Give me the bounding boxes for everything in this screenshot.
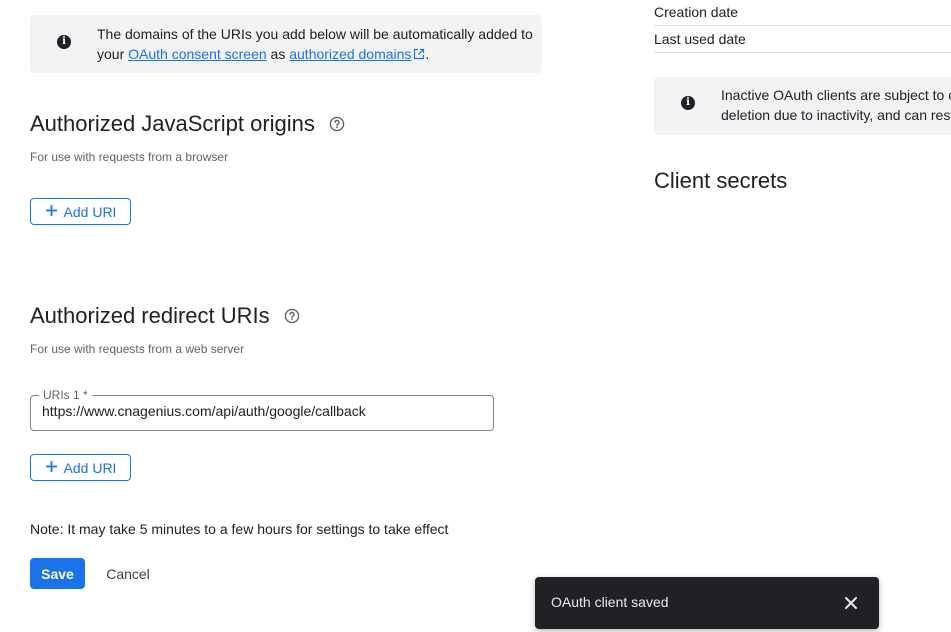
add-js-origin-button[interactable]: Add URI (30, 198, 131, 225)
redirect-uri-field-label: URIs 1 * (39, 388, 92, 402)
domains-info-text: The domains of the URIs you add below wi… (97, 24, 537, 65)
add-uri-label: Add URI (63, 459, 117, 476)
last-used-date-label: Last used date (654, 31, 746, 47)
cancel-button[interactable]: Cancel (97, 558, 159, 589)
banner-text-part: . (425, 46, 430, 62)
add-redirect-uri-button[interactable]: Add URI (30, 454, 131, 481)
snackbar-message: OAuth client saved (551, 594, 669, 610)
js-origins-title: Authorized JavaScript origins (30, 111, 345, 138)
info-icon: i (57, 35, 71, 49)
plus-icon (45, 457, 58, 477)
last-used-date-row: Last used date (654, 27, 951, 53)
help-circle-icon[interactable] (284, 304, 300, 330)
js-origins-title-text: Authorized JavaScript origins (30, 111, 315, 136)
close-icon[interactable] (843, 595, 859, 611)
save-button[interactable]: Save (30, 558, 85, 589)
inactive-clients-line: deletion due to inactivity, and can rest (721, 107, 951, 123)
external-link-icon[interactable] (413, 45, 425, 65)
banner-text-part: as (266, 46, 290, 62)
redirect-uris-subtitle: For use with requests from a web server (30, 342, 245, 356)
info-icon: i (681, 96, 695, 110)
inactive-clients-text: Inactive OAuth clients are subject to c … (721, 85, 951, 125)
creation-date-label: Creation date (654, 4, 739, 20)
redirect-uri-input[interactable] (42, 403, 482, 419)
domains-info-banner: i The domains of the URIs you add below … (30, 15, 542, 73)
inactive-clients-line: Inactive OAuth clients are subject to c (721, 87, 951, 103)
inactive-clients-banner: i Inactive OAuth clients are subject to … (654, 77, 951, 135)
oauth-consent-screen-link[interactable]: OAuth consent screen (128, 46, 267, 62)
js-origins-subtitle: For use with requests from a browser (30, 150, 229, 164)
redirect-uri-field[interactable]: URIs 1 * (30, 388, 494, 431)
client-secrets-title: Client secrets (654, 168, 788, 193)
add-uri-label: Add URI (63, 203, 117, 220)
snackbar: OAuth client saved (535, 577, 879, 629)
help-circle-icon[interactable] (329, 112, 345, 138)
redirect-uris-title-text: Authorized redirect URIs (30, 303, 270, 328)
creation-date-row: Creation date (654, 0, 951, 26)
settings-note: Note: It may take 5 minutes to a few hou… (30, 521, 449, 537)
plus-icon (45, 201, 58, 221)
redirect-uris-title: Authorized redirect URIs (30, 303, 300, 330)
authorized-domains-link[interactable]: authorized domains (289, 46, 411, 62)
